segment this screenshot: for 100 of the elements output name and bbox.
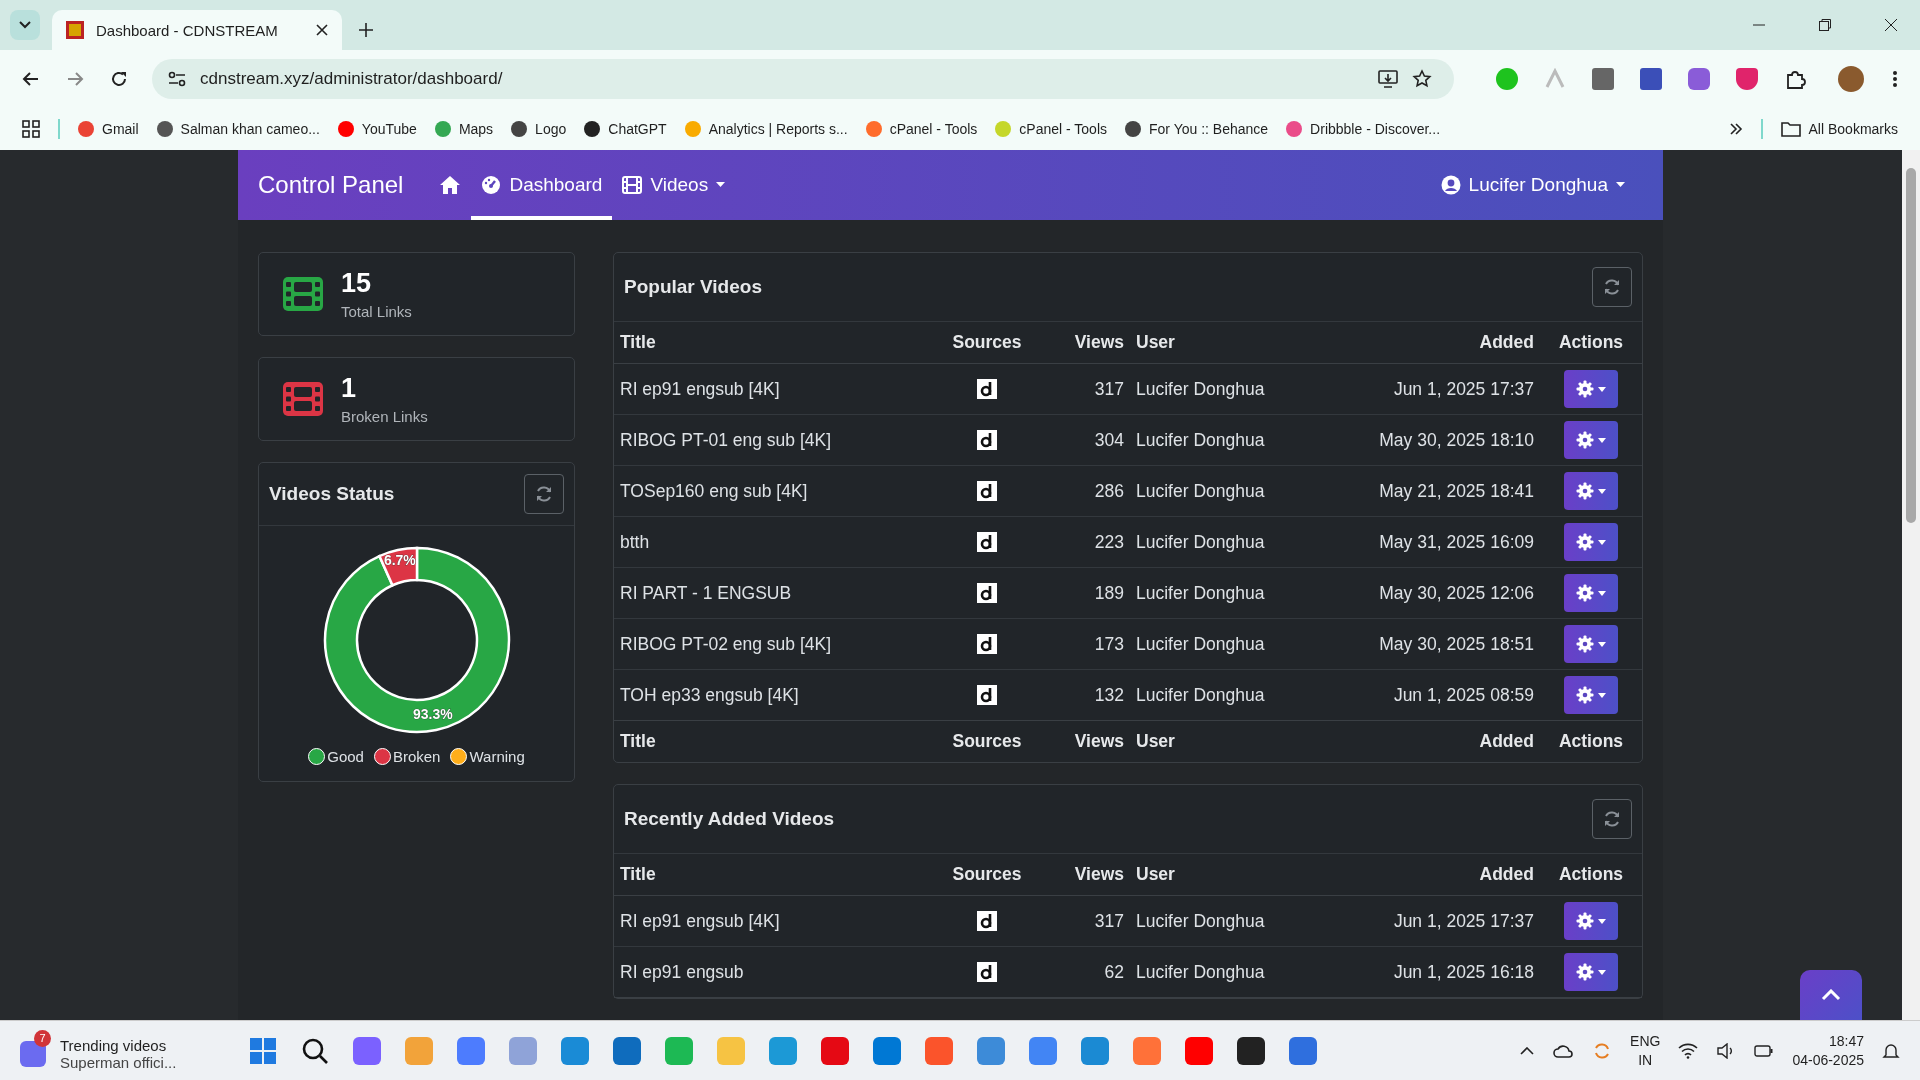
refresh-button[interactable] <box>524 474 564 514</box>
table-cell: Lucifer Donghua <box>1130 618 1318 670</box>
back-icon[interactable] <box>22 70 40 88</box>
bookmark-favicon-icon <box>865 121 882 137</box>
apps-grid-icon[interactable] <box>22 120 40 138</box>
new-tab-icon[interactable] <box>358 22 374 38</box>
table-cell: 189 <box>1048 567 1130 619</box>
bookmark-link[interactable]: Logo <box>511 121 567 137</box>
actions-button[interactable] <box>1564 625 1618 663</box>
all-bookmarks-link[interactable]: All Bookmarks <box>1780 121 1898 137</box>
actions-button[interactable] <box>1564 472 1618 510</box>
folder-icon <box>1780 121 1801 137</box>
bookmark-link[interactable]: Salman khan cameo... <box>156 121 320 137</box>
notification-bell-icon[interactable] <box>1882 1041 1900 1060</box>
source-logo-icon <box>977 379 997 399</box>
back-to-top-button[interactable] <box>1800 970 1862 1020</box>
refresh-button[interactable] <box>1592 799 1632 839</box>
gear-icon <box>1576 963 1594 981</box>
table-cell: 132 <box>1048 669 1130 721</box>
chevron-up-icon <box>1821 989 1841 1001</box>
bookmark-link[interactable]: Maps <box>434 121 494 137</box>
search-icon[interactable] <box>301 1036 330 1065</box>
news-widget[interactable]: 7 Trending videos Superman offici... <box>20 1028 177 1073</box>
actions-button[interactable] <box>1564 523 1618 561</box>
nav-dropdown[interactable]: Videos <box>612 150 736 220</box>
refresh-icon <box>1603 810 1621 828</box>
more-bookmarks-icon[interactable] <box>1728 122 1743 136</box>
caret-icon <box>1598 641 1606 647</box>
column-header: Views <box>1048 854 1130 896</box>
restore-icon[interactable] <box>1818 18 1832 32</box>
site-settings-icon[interactable] <box>168 71 186 87</box>
install-app-icon[interactable] <box>1378 70 1398 88</box>
puzzle-icon[interactable] <box>1784 68 1806 90</box>
bookmark-link[interactable]: Analytics | Reports s... <box>684 121 848 137</box>
extension-icon[interactable] <box>1688 68 1710 90</box>
table-cell: 173 <box>1048 618 1130 670</box>
nav-link[interactable]: Dashboard <box>471 150 613 220</box>
bookmark-link[interactable]: cPanel - Tools <box>865 121 978 137</box>
wifi-icon[interactable] <box>1678 1042 1699 1059</box>
table-cell: May 21, 2025 18:41 <box>1317 465 1540 517</box>
clock[interactable]: 18:47 04-06-2025 <box>1792 1032 1864 1069</box>
battery-icon[interactable] <box>1754 1042 1775 1059</box>
table-cell: May 30, 2025 18:51 <box>1317 618 1540 670</box>
table-cell: Lucifer Donghua <box>1130 414 1318 466</box>
bookmark-favicon-icon <box>511 121 528 137</box>
refresh-button[interactable] <box>1592 267 1632 307</box>
bookmark-link[interactable]: For You :: Behance <box>1125 121 1269 137</box>
actions-button[interactable] <box>1564 421 1618 459</box>
address-bar[interactable]: cdnstream.xyz/administrator/dashboard/ <box>152 59 1454 99</box>
caret-icon <box>1598 488 1606 494</box>
bookmark-link[interactable]: ChatGPT <box>584 121 667 137</box>
browser-tab[interactable]: Dashboard - CDNSTREAM <box>52 10 342 50</box>
source-logo-icon <box>977 685 997 705</box>
close-icon[interactable] <box>316 24 328 36</box>
bookmark-link[interactable]: YouTube <box>337 121 417 137</box>
bookmark-link[interactable]: Gmail <box>78 121 139 137</box>
chevron-up-icon[interactable] <box>1520 1046 1535 1055</box>
table-cell: 223 <box>1048 516 1130 568</box>
slice-label: 6.7% <box>383 551 416 568</box>
bookmark-link[interactable]: cPanel - Tools <box>995 121 1107 137</box>
table-cell: Jun 1, 2025 17:37 <box>1326 895 1540 947</box>
cloud-icon[interactable] <box>1552 1042 1575 1059</box>
forward-icon[interactable] <box>66 70 84 88</box>
caret-icon <box>1598 437 1606 443</box>
bookmark-star-icon[interactable] <box>1412 69 1432 89</box>
refresh-icon <box>535 485 553 503</box>
user-menu[interactable]: Lucifer Donghua <box>1430 150 1635 220</box>
menu-icon[interactable] <box>1892 70 1898 88</box>
brand-title[interactable]: Control Panel <box>258 171 404 199</box>
column-footer: Title <box>614 720 926 762</box>
taskbar-app-icon[interactable] <box>1237 1036 1266 1065</box>
source-logo-icon <box>977 962 997 982</box>
actions-button[interactable] <box>1564 902 1618 940</box>
actions-button[interactable] <box>1564 676 1618 714</box>
caret-icon <box>1598 969 1606 975</box>
bookmark-link[interactable]: Dribbble - Discover... <box>1286 121 1441 137</box>
table-cell: Jun 1, 2025 08:59 <box>1317 669 1540 721</box>
close-icon[interactable] <box>1884 18 1898 32</box>
source-logo-icon <box>977 634 997 654</box>
windows-start-icon[interactable] <box>249 1036 278 1065</box>
caret-icon <box>716 182 726 188</box>
table-cell: Lucifer Donghua <box>1130 516 1318 568</box>
scrollbar[interactable] <box>1902 150 1920 1020</box>
bookmark-favicon-icon <box>434 121 451 137</box>
actions-button[interactable] <box>1564 574 1618 612</box>
extension-icon[interactable] <box>1736 68 1758 90</box>
slice-label: 93.3% <box>412 706 453 723</box>
tab-search-button[interactable] <box>10 10 40 40</box>
actions-button[interactable] <box>1564 953 1618 991</box>
caret-icon <box>1598 918 1606 924</box>
column-header: Added <box>1326 854 1540 896</box>
gear-icon <box>1576 482 1594 500</box>
language-indicator[interactable]: ENG IN <box>1630 1032 1661 1069</box>
column-footer: Views <box>1048 720 1130 762</box>
profile-avatar[interactable] <box>1838 66 1864 92</box>
actions-button[interactable] <box>1564 370 1618 408</box>
table-cell: 304 <box>1048 414 1130 466</box>
widget-subtitle: Superman offici... <box>60 1053 177 1071</box>
reload-icon[interactable] <box>110 70 128 88</box>
source-logo-icon <box>977 532 997 552</box>
